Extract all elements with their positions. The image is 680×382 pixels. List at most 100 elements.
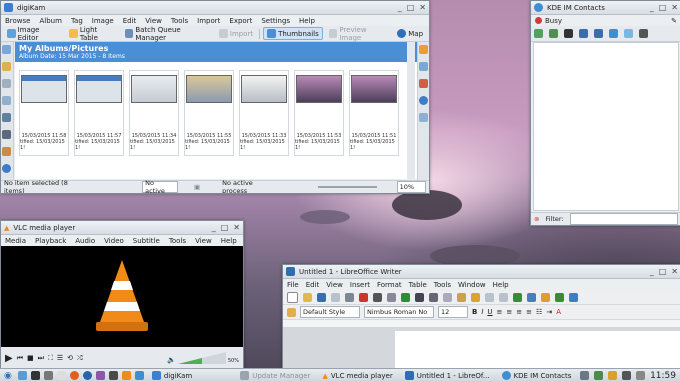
kde-im-titlebar[interactable]: KDE IM Contacts _ □ ✕ <box>531 1 680 15</box>
chart-icon[interactable] <box>555 292 564 302</box>
menu-import[interactable]: Import <box>197 17 220 25</box>
hyperlink-icon[interactable] <box>513 292 522 302</box>
metadata-icon[interactable] <box>419 62 428 71</box>
thumbnail-item[interactable]: 15/03/2015 11:51 tified: 15/03/2015 1! <box>349 70 399 156</box>
notifications-icon[interactable] <box>636 371 646 380</box>
minimize-icon[interactable]: _ <box>650 3 654 12</box>
start-menu-icon[interactable]: ◉ <box>4 371 12 381</box>
captions-icon[interactable] <box>419 113 428 122</box>
minimize-icon[interactable]: _ <box>398 3 402 12</box>
firefox-icon[interactable] <box>69 371 79 380</box>
chat-icon[interactable] <box>609 29 618 38</box>
menu-settings[interactable]: Settings <box>261 17 290 25</box>
align-center-icon[interactable]: ≡ <box>506 308 512 316</box>
next-icon[interactable]: ⏭ <box>38 354 44 363</box>
text-editor-icon[interactable] <box>56 371 66 380</box>
play-icon[interactable]: ▶ <box>5 353 13 364</box>
menu-browse[interactable]: Browse <box>5 17 31 25</box>
loop-icon[interactable]: ⟲ <box>67 354 73 362</box>
map-button[interactable]: Map <box>394 28 426 39</box>
labels-icon[interactable] <box>2 79 11 88</box>
clipboard-icon[interactable] <box>580 371 590 380</box>
writer-titlebar[interactable]: Untitled 1 - LibreOffice Writer _ □ ✕ <box>283 265 680 279</box>
light-table-button[interactable]: Light Table <box>66 25 119 43</box>
close-icon[interactable]: ✕ <box>671 3 678 12</box>
volume-tray-icon[interactable] <box>622 371 632 380</box>
menu-album[interactable]: Album <box>40 17 62 25</box>
bold-icon[interactable]: B <box>472 308 477 316</box>
map-search-icon[interactable] <box>2 164 11 173</box>
menu-file[interactable]: File <box>287 281 299 289</box>
align-right-icon[interactable]: ≡ <box>516 308 522 316</box>
document-page[interactable] <box>395 331 680 369</box>
undo-icon[interactable] <box>485 292 494 302</box>
menu-view[interactable]: View <box>195 237 212 245</box>
new-document-icon[interactable] <box>287 291 298 303</box>
menu-tools[interactable]: Tools <box>434 281 451 289</box>
paragraph-style-select[interactable]: Default Style <box>300 306 360 318</box>
print-icon[interactable] <box>373 292 382 302</box>
import-button[interactable]: Import <box>216 28 256 39</box>
autospellcheck-icon[interactable] <box>415 292 424 302</box>
menu-help[interactable]: Help <box>493 281 509 289</box>
zoom-slider[interactable] <box>318 186 377 188</box>
list-icon[interactable]: ☷ <box>536 308 542 316</box>
export-pdf-icon[interactable] <box>359 292 368 302</box>
menu-video[interactable]: Video <box>104 237 124 245</box>
tags-icon[interactable] <box>2 62 11 71</box>
albums-icon[interactable] <box>2 45 11 54</box>
task-vlc[interactable]: ▲ VLC media player <box>316 372 398 380</box>
groups-icon[interactable] <box>594 29 603 38</box>
menu-edit[interactable]: Edit <box>123 17 137 25</box>
minimize-icon[interactable]: _ <box>650 267 654 276</box>
search-icon[interactable] <box>2 130 11 139</box>
maximize-icon[interactable]: □ <box>407 3 415 12</box>
justify-icon[interactable]: ≡ <box>526 308 532 316</box>
fullscreen-icon[interactable]: ⛶ <box>48 354 53 363</box>
edit-presence-icon[interactable]: ✎ <box>671 17 677 25</box>
menu-view[interactable]: View <box>145 17 162 25</box>
menu-insert[interactable]: Insert <box>350 281 370 289</box>
menu-help[interactable]: Help <box>221 237 237 245</box>
volume-slider[interactable]: 🔈 50% <box>167 352 239 364</box>
styles-icon[interactable] <box>287 307 296 317</box>
open-icon[interactable] <box>303 292 312 302</box>
add-contact-icon[interactable] <box>534 29 543 38</box>
thumbnail-item[interactable]: 15/03/2015 11:34 tified: 15/03/2015 1! <box>129 70 179 156</box>
filter-status[interactable]: No active <box>142 179 178 193</box>
thumbnail-item[interactable]: 15/03/2015 11:58 tified: 15/03/2015 1! <box>19 70 69 156</box>
menu-tools[interactable]: Tools <box>169 237 186 245</box>
binoculars-icon[interactable] <box>564 29 573 38</box>
document-area[interactable] <box>283 327 680 369</box>
settings-icon[interactable] <box>43 371 53 380</box>
minimize-icon[interactable]: _ <box>212 223 216 232</box>
email-icon[interactable] <box>331 292 340 302</box>
menu-table[interactable]: Table <box>409 281 427 289</box>
menu-view[interactable]: View <box>326 281 343 289</box>
close-icon[interactable]: ✕ <box>671 267 678 276</box>
maximize-icon[interactable]: □ <box>659 3 667 12</box>
preview-image-button[interactable]: Preview Image <box>326 25 391 43</box>
close-icon[interactable]: ✕ <box>419 3 426 12</box>
image-editor-button[interactable]: Image Editor <box>4 25 63 43</box>
dates-icon[interactable] <box>2 96 11 105</box>
geolocation-icon[interactable] <box>419 96 428 105</box>
menu-playback[interactable]: Playback <box>35 237 66 245</box>
colors-icon[interactable] <box>419 79 428 88</box>
stop-icon[interactable]: ■ <box>27 354 34 362</box>
print-preview-icon[interactable] <box>387 292 396 302</box>
redo-icon[interactable] <box>499 292 508 302</box>
task-writer[interactable]: Untitled 1 - LibreOf... <box>399 371 496 380</box>
menu-format[interactable]: Format <box>377 281 402 289</box>
save-icon[interactable] <box>317 292 326 302</box>
properties-icon[interactable] <box>419 45 428 54</box>
vlc-launcher-icon[interactable] <box>121 371 131 380</box>
contact-list[interactable] <box>533 42 679 211</box>
menu-audio[interactable]: Audio <box>75 237 95 245</box>
video-area[interactable] <box>1 246 243 346</box>
maximize-icon[interactable]: □ <box>221 223 229 232</box>
close-icon[interactable]: ✕ <box>233 223 240 232</box>
indent-icon[interactable]: ⇥ <box>546 308 552 316</box>
spellcheck-icon[interactable] <box>401 292 410 302</box>
paste-icon[interactable] <box>457 292 466 302</box>
